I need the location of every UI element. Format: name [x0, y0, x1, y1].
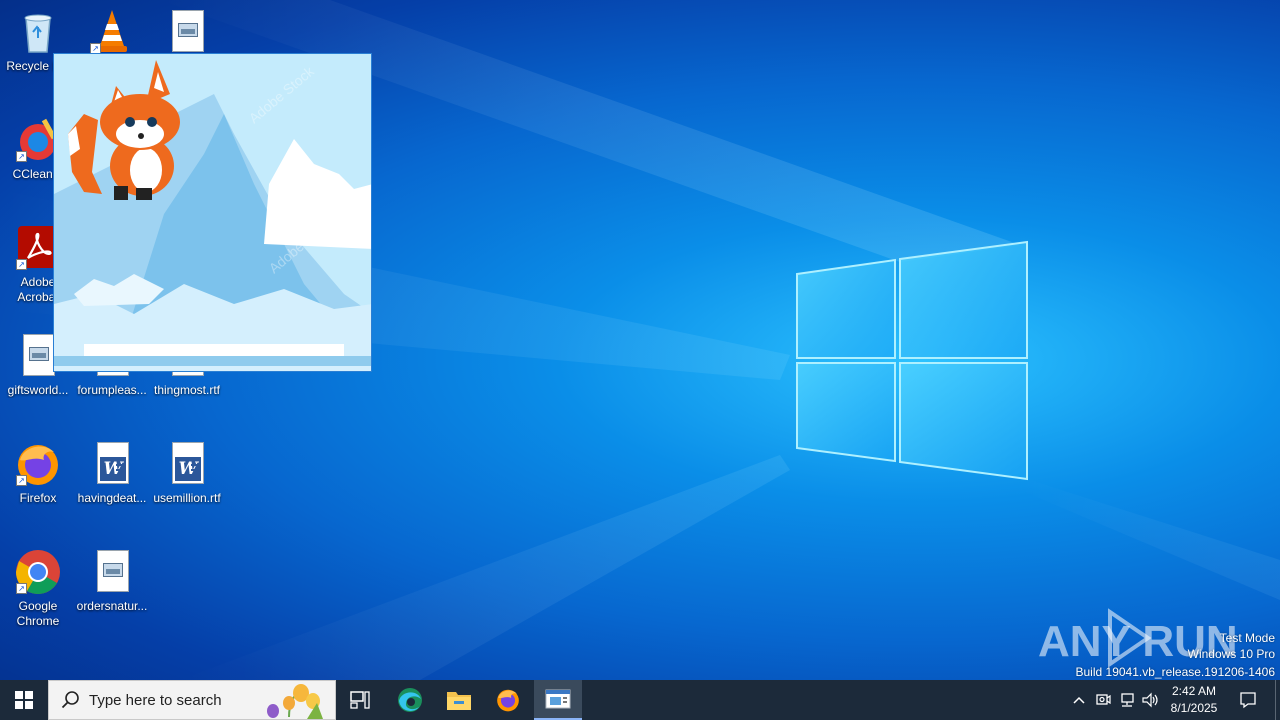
desktop-icon-image-file[interactable] — [149, 8, 225, 59]
desktop-icon-google-chrome[interactable]: ↗ Google Chrome — [0, 548, 76, 629]
vlc-cone-icon: ↗ — [88, 8, 136, 56]
taskbar-image-viewer-button[interactable] — [534, 680, 582, 720]
windows-edition-label: Windows 10 Pro — [1187, 647, 1275, 661]
taskbar-file-explorer-button[interactable] — [435, 680, 483, 720]
search-highlight-flowers-icon — [267, 684, 323, 719]
desktop-icon-usemillion[interactable]: W usemillion.rtf — [149, 440, 225, 506]
show-hidden-icons-button[interactable] — [1068, 680, 1090, 720]
desktop-icon-label: usemillion.rtf — [153, 491, 221, 505]
desktop-icon-label: Firefox — [19, 491, 57, 505]
task-view-button[interactable] — [336, 680, 384, 720]
tray-network-button[interactable] — [1116, 680, 1138, 720]
image-viewer-app-icon — [545, 689, 571, 709]
search-input[interactable] — [89, 691, 259, 709]
chevron-up-icon — [1073, 696, 1085, 704]
chrome-icon: ↗ — [14, 548, 62, 596]
desktop-icon-ordersnatur[interactable]: ordersnatur... — [74, 548, 150, 614]
taskbar-edge-button[interactable] — [386, 680, 434, 720]
taskbar: 2:42 AM 8/1/2025 — [0, 680, 1280, 720]
build-number-label: Build 19041.vb_release.191206-1406 — [1075, 665, 1276, 679]
clock-date: 8/1/2025 — [1170, 701, 1218, 715]
taskbar-firefox-button[interactable] — [484, 680, 532, 720]
windows-start-icon — [15, 691, 33, 709]
shortcut-arrow-icon: ↗ — [16, 151, 27, 162]
shortcut-arrow-icon: ↗ — [16, 475, 27, 486]
desktop-icon-label: forumpleas... — [77, 383, 147, 397]
taskbar-search-box[interactable] — [48, 680, 336, 720]
shortcut-arrow-icon: ↗ — [16, 259, 27, 270]
tray-volume-button[interactable] — [1140, 680, 1162, 720]
folder-icon — [447, 692, 471, 710]
network-icon — [1121, 693, 1134, 707]
tray-meet-now-button[interactable] — [1092, 680, 1114, 720]
desktop-icon-vlc[interactable]: ↗ — [74, 8, 150, 59]
task-view-icon — [350, 691, 370, 709]
word-document-icon: W — [163, 440, 211, 488]
image-document-icon — [88, 548, 136, 596]
windows-logo-wallpaper — [796, 240, 1028, 481]
fox-pixel-art-image: Adobe Stock Adobe Stock — [54, 54, 371, 371]
desktop-icon-label: Google Chrome — [16, 599, 60, 628]
taskbar-clock[interactable]: 2:42 AM 8/1/2025 — [1162, 680, 1226, 720]
desktop-icon-label: giftsworld... — [7, 383, 69, 397]
desktop-icon-label: ordersnatur... — [76, 599, 148, 613]
camera-tray-icon — [1096, 694, 1111, 705]
desktop-icon-firefox[interactable]: ↗ Firefox — [0, 440, 76, 506]
firefox-icon — [497, 689, 519, 712]
desktop-icon-havingdeat[interactable]: W havingdeat... — [74, 440, 150, 506]
start-button[interactable] — [0, 680, 48, 720]
test-mode-label: Test Mode — [1219, 631, 1275, 645]
firefox-icon: ↗ — [14, 440, 62, 488]
image-viewer-window[interactable]: Adobe Stock Adobe Stock — [53, 53, 372, 372]
clock-time: 2:42 AM — [1171, 684, 1217, 698]
recycle-bin-icon — [14, 8, 62, 56]
speaker-icon — [1142, 692, 1158, 708]
show-desktop-button[interactable] — [1275, 680, 1280, 720]
search-icon — [61, 691, 79, 709]
action-center-button[interactable] — [1230, 680, 1266, 720]
image-document-icon — [163, 8, 211, 56]
word-document-icon: W — [88, 440, 136, 488]
edge-icon — [398, 688, 422, 712]
desktop-icon-label: thingmost.rtf — [153, 383, 221, 397]
desktop-icon-label: havingdeat... — [77, 491, 147, 505]
shortcut-arrow-icon: ↗ — [16, 583, 27, 594]
notification-icon — [1240, 692, 1256, 709]
